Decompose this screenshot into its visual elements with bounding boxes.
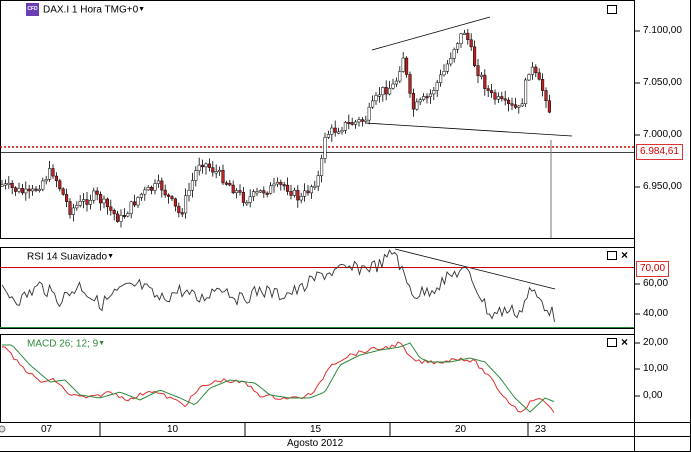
caret-down-icon: ▼ bbox=[138, 6, 146, 13]
chart-canvas[interactable] bbox=[0, 0, 691, 452]
restore-icon[interactable] bbox=[607, 5, 617, 14]
macd-panel-title[interactable]: MACD 26; 12; 9▼ bbox=[27, 338, 105, 351]
restore-icon[interactable] bbox=[607, 338, 617, 347]
current-price-tag: 6.984,61 bbox=[636, 144, 683, 160]
caret-down-icon: ▼ bbox=[98, 340, 106, 347]
price-label-7050: 7.050,00 bbox=[643, 77, 682, 88]
x-axis-month-label: Agosto 2012 bbox=[287, 438, 344, 449]
rsi-level-tag: 70,00 bbox=[636, 261, 670, 277]
cfd-logo: CFD bbox=[26, 3, 39, 16]
x-label-23: 23 bbox=[535, 424, 547, 435]
candle bbox=[323, 132, 327, 164]
candle bbox=[527, 73, 531, 82]
restore-icon[interactable] bbox=[607, 251, 617, 260]
macd-panel-title-text: MACD 26; 12; 9 bbox=[27, 338, 99, 350]
candle bbox=[524, 77, 528, 107]
macd-label-20: 20,00 bbox=[643, 337, 669, 348]
rsi-panel-title-text: RSI 14 Suavizado bbox=[27, 251, 108, 263]
close-icon[interactable]: × bbox=[621, 249, 628, 261]
rsi-label-40: 40,00 bbox=[643, 308, 669, 319]
price-label-7000: 7.000,00 bbox=[643, 129, 682, 140]
candle bbox=[405, 56, 409, 78]
x-label-15: 15 bbox=[310, 424, 322, 435]
price-label-6950: 6.950,00 bbox=[643, 181, 682, 192]
rsi-panel-title[interactable]: RSI 14 Suavizado▼ bbox=[27, 251, 114, 264]
macd-label-0: 0,00 bbox=[643, 390, 663, 401]
price-panel-title-text: DAX.I 1 Hora TMG+0 bbox=[43, 4, 139, 16]
macd-label-10: 10,00 bbox=[643, 363, 669, 374]
price-label-7100: 7.100,00 bbox=[643, 25, 682, 36]
x-label-07: 07 bbox=[41, 424, 53, 435]
x-label-10: 10 bbox=[167, 424, 179, 435]
x-label-20: 20 bbox=[455, 424, 467, 435]
scroll-start-marker bbox=[0, 425, 6, 433]
close-icon[interactable]: × bbox=[621, 336, 628, 348]
caret-down-icon: ▼ bbox=[107, 253, 114, 260]
rsi-label-60: 60,00 bbox=[643, 278, 669, 289]
price-panel-title[interactable]: DAX.I 1 Hora TMG+0▼ bbox=[43, 4, 145, 17]
